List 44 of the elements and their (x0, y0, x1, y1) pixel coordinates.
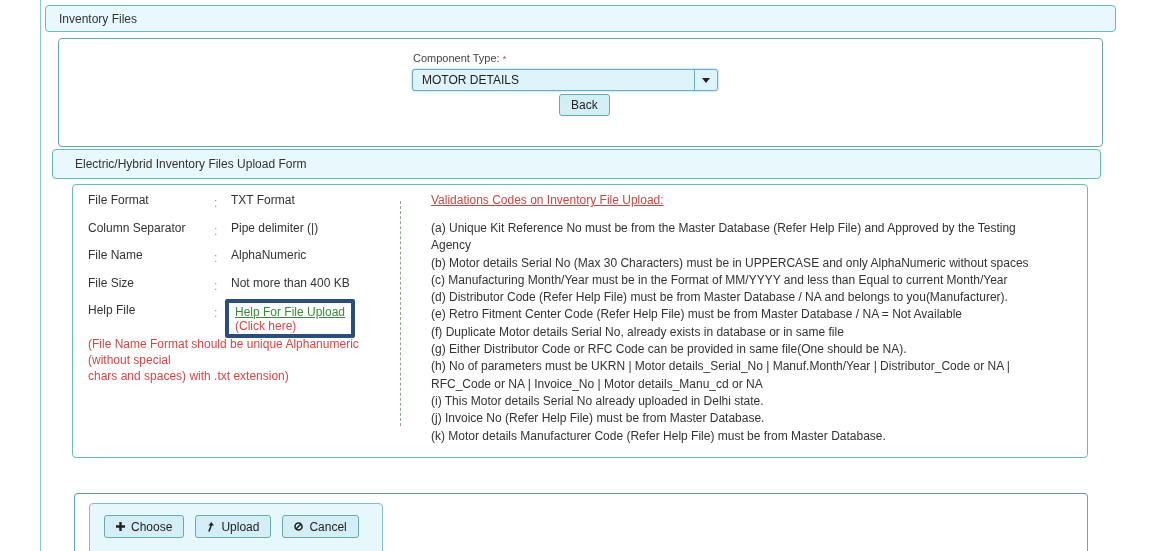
validation-rule: (a) Unique Kit Reference No must be from the Master Database (Refer Help File) and Approved by the Testing Agency (431, 220, 1017, 255)
validation-rule: (g) Either Distributor Code or RFC Code can be provided in same file(One should be NA). (431, 341, 908, 359)
upload-toolbar-button[interactable]: Upload (195, 515, 272, 538)
click-hint[interactable]: (Click here) (235, 319, 346, 333)
colon-separator: : (214, 278, 219, 293)
colon-separator: : (214, 251, 219, 265)
validation-rule: (k) Motor details Manufacturer Code (Refer Help File) must be from Master Database. (431, 427, 887, 445)
validation-rule: (b) Motor details Serial No (Max 30 Characters) must be in UPPERCASE and only AlphaNumeric without spaces (431, 254, 1030, 272)
file-name-note: (File Name Format should be unique Alphanumeric (88, 336, 360, 352)
cancel-icon (294, 522, 304, 531)
spec-value: Pipe delimiter (|) (231, 220, 319, 235)
validation-rule: (f) Duplicate Motor details Serial No, already exists in database or in same file (431, 323, 845, 341)
form-title: Electric/Hybrid Inventory Files Upload Form (75, 157, 307, 171)
upload-toolbar-button[interactable]: Cancel (282, 515, 359, 538)
colon-separator: : (214, 306, 219, 320)
upload-arrow-icon (207, 521, 216, 532)
spec-value: AlphaNumeric (231, 248, 307, 262)
spec-label: File Size (88, 275, 135, 290)
component-type-dropdown[interactable]: MOTOR DETAILS (412, 69, 718, 91)
spec-value: TXT Format (231, 193, 295, 207)
plus-icon (116, 522, 125, 531)
file-name-note: (without special (88, 352, 172, 368)
validation-rule: (i) This Motor details Serial No already uploaded in Delhi state. (431, 392, 765, 410)
field-label: Component Type: * (413, 52, 507, 64)
validations-title: Validations Codes on Inventory File Upload: (431, 193, 665, 207)
validation-rule: (d) Distributor Code (Refer Help File) must be from Master Database / NA and belongs to you(Manufacturer). (431, 289, 1009, 307)
validation-rule: (e) Retro Fitment Center Code (Refer Help File) must be from Master Database / NA = Not Available (431, 306, 963, 324)
spec-value: Not more than 400 KB (231, 275, 350, 290)
spec-label: File Format (88, 193, 150, 207)
validation-rule: (h) No of parameters must be UKRN | Motor details_Serial_No | Manuf.Month/Year | Distributor_Code or NA | RFC_Code or NA | Invoice_No | Motor details_Manu_cd or NA (431, 358, 1011, 393)
help-link[interactable]: Help For File Upload (235, 305, 346, 319)
validation-rule: (c) Manufacturing Month/Year must be in the Format of MM/YYYY and less than Equal to current Month/Year (431, 271, 1009, 289)
colon-separator: : (214, 196, 219, 210)
upload-toolbar-button[interactable]: Choose (104, 515, 185, 538)
spec-label: Column Separator (88, 220, 187, 235)
panel-title: Inventory Files (59, 11, 138, 26)
spec-label: File Name (88, 248, 144, 262)
colon-separator: : (214, 223, 219, 238)
caret-icon (702, 77, 710, 83)
required-mark: * (502, 54, 507, 64)
spec-label: Help File (88, 303, 137, 317)
back-button[interactable]: Back (559, 94, 610, 116)
file-name-note: chars and spaces) with .txt extension) (88, 368, 290, 384)
validation-rule: (j) Invoice No (Refer Help File) must be from Master Database. (431, 410, 766, 428)
